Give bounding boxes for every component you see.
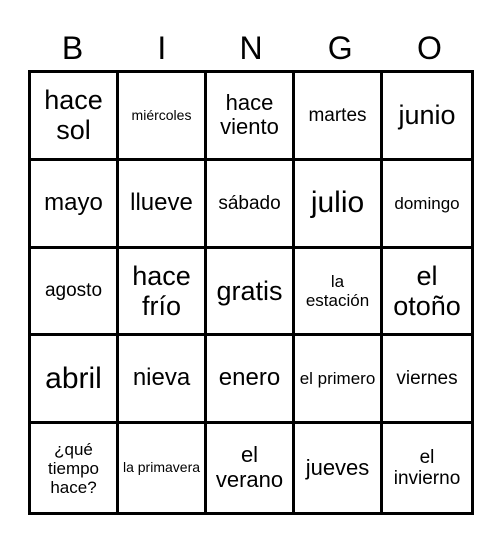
bingo-cell: miércoles (119, 73, 207, 161)
bingo-cell: junio (383, 73, 471, 161)
bingo-cell: domingo (383, 161, 471, 249)
bingo-cell: hace frío (119, 248, 207, 337)
bingo-cell: el verano (207, 424, 295, 512)
bingo-card: hace sol miércoles hace viento martes ju… (28, 70, 474, 515)
header-letter-i: I (157, 30, 167, 66)
bingo-cell: el primero (295, 336, 383, 425)
bingo-cell: el invierno (393, 446, 461, 490)
bingo-header: B I N G O (28, 28, 474, 68)
bingo-cell: nieva (119, 336, 207, 425)
header-letter-b: B (61, 30, 84, 66)
bingo-cell: martes (295, 73, 383, 161)
bingo-cell: enero (207, 336, 295, 425)
bingo-cell: llueve (119, 160, 207, 249)
bingo-cell: hace sol (31, 73, 119, 161)
header-letter-o: O (416, 30, 442, 66)
bingo-cell: viernes (383, 336, 471, 425)
bingo-cell: jueves (295, 424, 383, 512)
bingo-cell: hace viento (207, 73, 295, 161)
bingo-cell: la primavera (119, 424, 207, 512)
bingo-cell: ¿qué tiempo hace? (31, 424, 119, 512)
bingo-cell: agosto (31, 248, 119, 337)
bingo-cell: julio (295, 160, 383, 249)
bingo-cell: la estación (295, 248, 383, 337)
bingo-cell: sábado (207, 160, 295, 249)
bingo-cell: el otoño (383, 249, 471, 337)
bingo-cell: abril (31, 336, 119, 425)
bingo-cell: mayo (31, 160, 119, 249)
header-letter-n: N (239, 30, 263, 66)
header-letter-g: G (327, 30, 353, 66)
bingo-cell: gratis (207, 248, 295, 337)
